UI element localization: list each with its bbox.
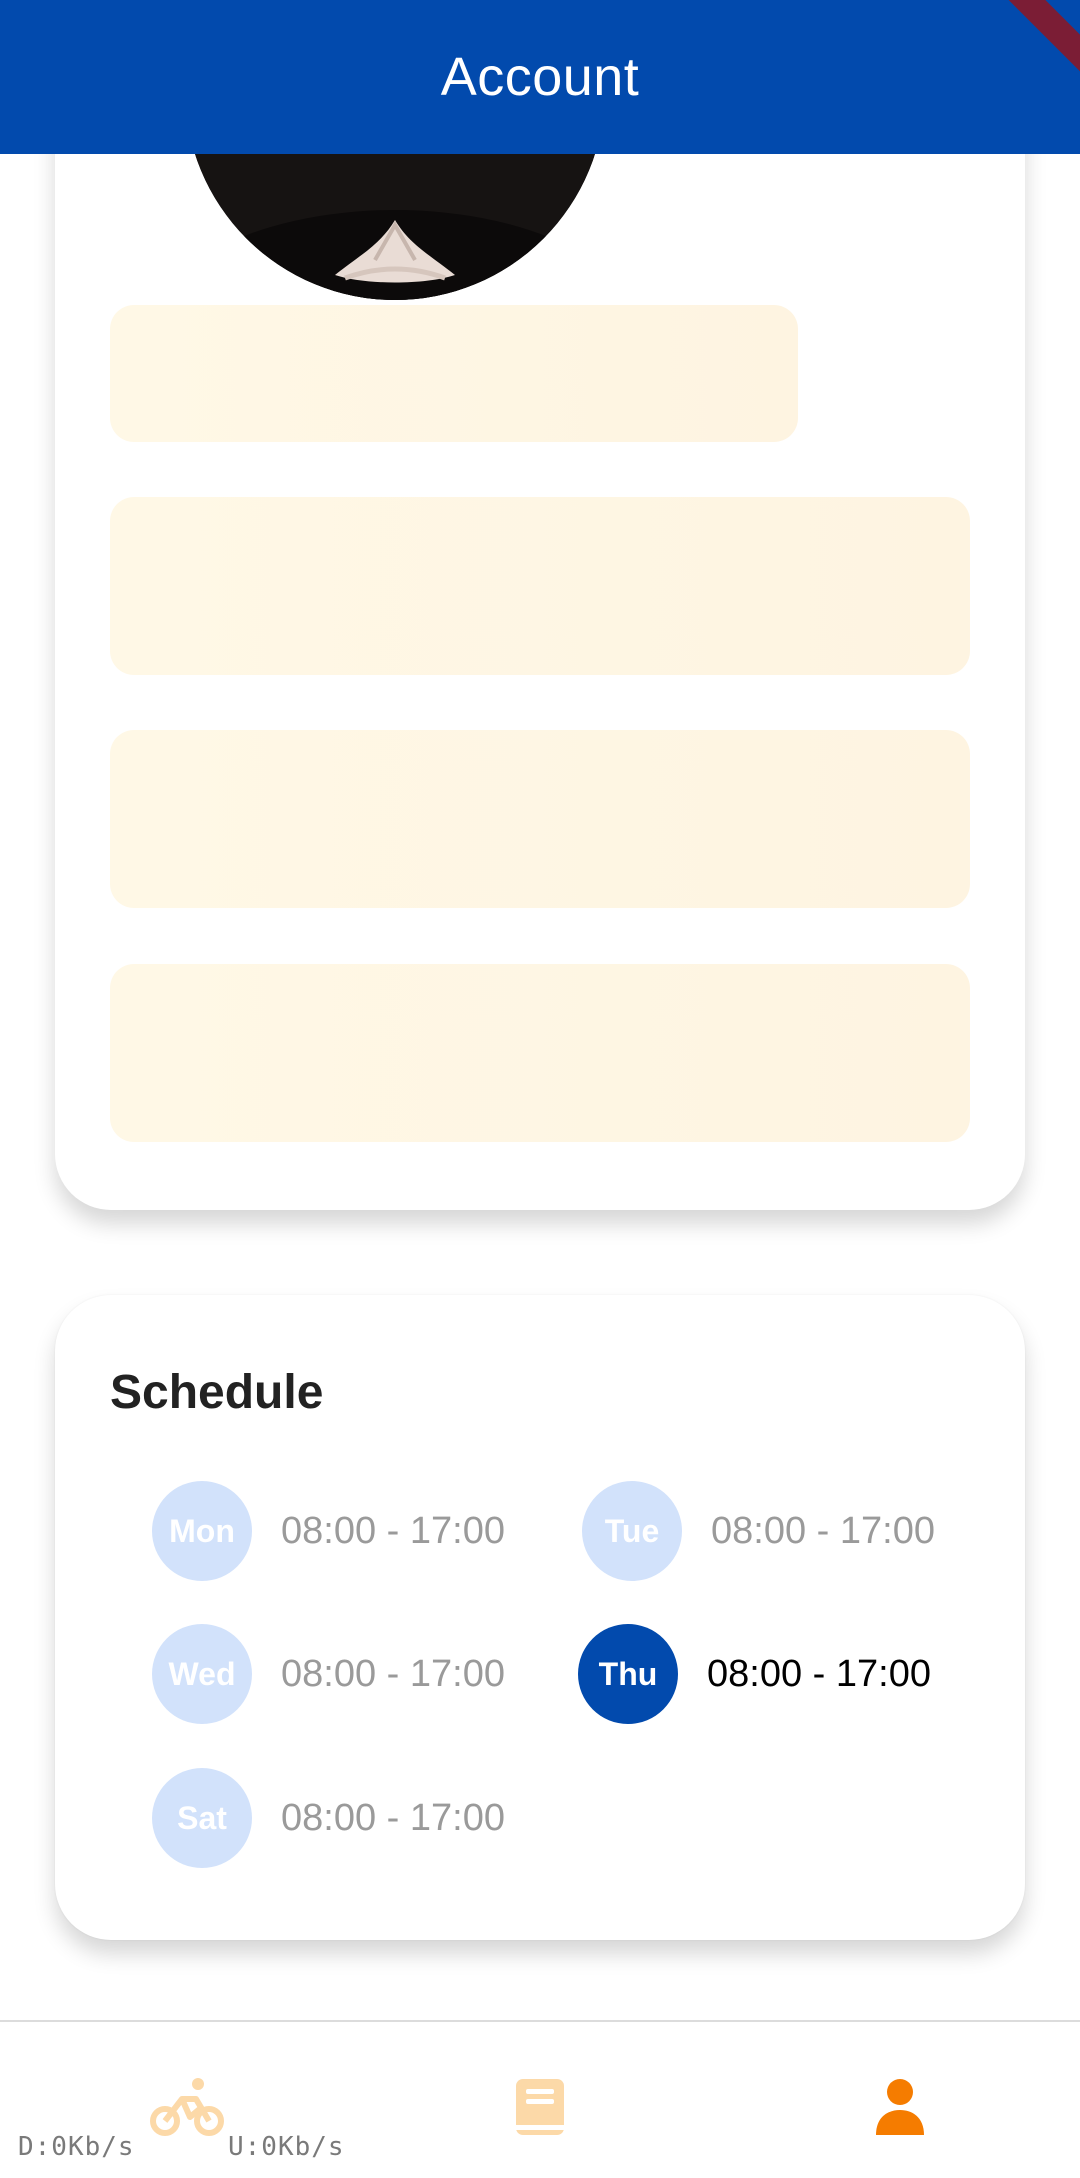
day-badge: Thu (578, 1624, 678, 1724)
day-badge: Wed (152, 1624, 252, 1724)
bottom-nav: D:0Kb/s U:0Kb/s (0, 2020, 1080, 2178)
nav-item-delivery[interactable] (142, 2072, 232, 2142)
upload-speed: U:0Kb/s (228, 2132, 345, 2162)
debug-banner (970, 0, 1080, 103)
person-icon (876, 2079, 924, 2135)
day-badge: Tue (582, 1481, 682, 1581)
page-title: Account (440, 47, 640, 107)
download-speed: D:0Kb/s (18, 2132, 135, 2162)
day-hours: 08:00 - 17:00 (707, 1652, 931, 1695)
app-bar: Account (0, 0, 1080, 154)
book-icon (516, 2079, 564, 2135)
day-badge: Sat (152, 1768, 252, 1868)
skeleton-field (110, 497, 970, 675)
skeleton-field (110, 730, 970, 908)
profile-card (55, 0, 1025, 1210)
schedule-day-mon: Mon 08:00 - 17:00 (152, 1481, 505, 1581)
bike-icon (150, 2078, 224, 2136)
schedule-card: Schedule Mon 08:00 - 17:00 Tue 08:00 - 1… (55, 1295, 1025, 1940)
day-hours: 08:00 - 17:00 (281, 1509, 505, 1552)
schedule-day-wed: Wed 08:00 - 17:00 (152, 1624, 505, 1724)
app-root: Account Schedule Mon 08:00 - 17:00 Tue 0… (0, 0, 1080, 2178)
day-hours: 08:00 - 17:00 (711, 1509, 935, 1552)
schedule-day-thu: Thu 08:00 - 17:00 (578, 1624, 931, 1724)
day-badge: Mon (152, 1481, 252, 1581)
skeleton-name (110, 305, 798, 442)
day-hours: 08:00 - 17:00 (281, 1796, 505, 1839)
day-hours: 08:00 - 17:00 (281, 1652, 505, 1695)
schedule-day-sat: Sat 08:00 - 17:00 (152, 1768, 505, 1868)
schedule-title: Schedule (110, 1366, 324, 1419)
nav-item-orders[interactable] (495, 2072, 585, 2142)
nav-item-account[interactable] (855, 2072, 945, 2142)
skeleton-field (110, 964, 970, 1142)
schedule-day-tue: Tue 08:00 - 17:00 (582, 1481, 935, 1581)
